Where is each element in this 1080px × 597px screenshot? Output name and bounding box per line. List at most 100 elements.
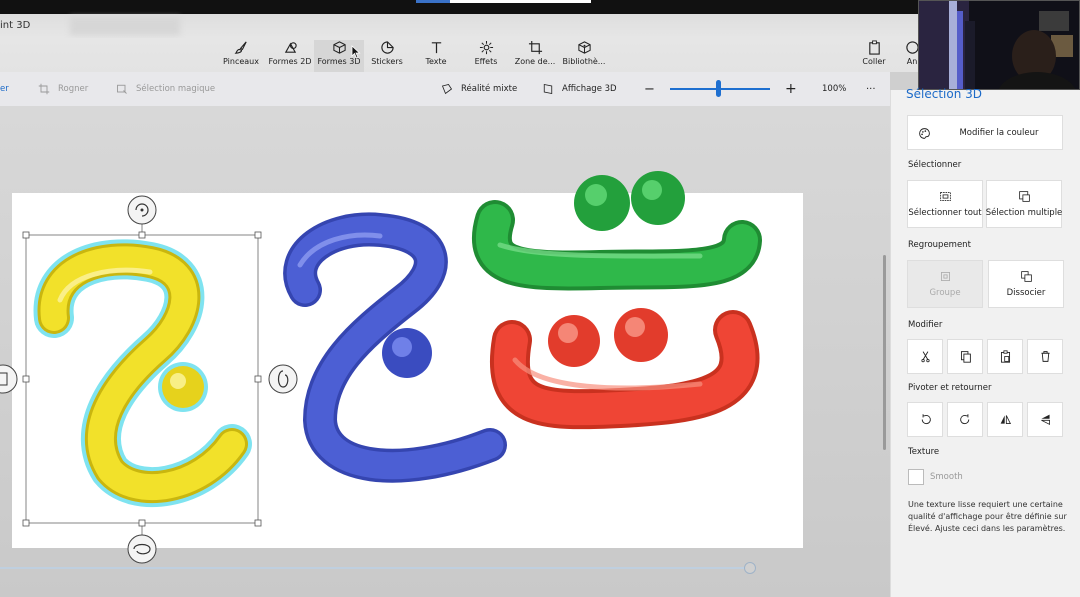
- text-icon: [431, 42, 441, 54]
- rotate-z-handle[interactable]: [127, 195, 157, 225]
- flip-horizontal-icon: [1000, 415, 1011, 424]
- smooth-label: Smooth: [930, 472, 963, 482]
- multi-select-icon: [1018, 191, 1030, 202]
- crop-label: Rogner: [58, 84, 89, 94]
- select-all-icon: [939, 192, 951, 201]
- mouse-cursor-icon: [351, 45, 361, 59]
- effects-icon: [479, 40, 493, 55]
- paste-button[interactable]: [987, 339, 1023, 374]
- tool-pinceaux[interactable]: Pinceaux: [222, 40, 260, 72]
- texture-note: Une texture lisse requiert une certaine …: [908, 500, 1067, 533]
- tool-label: Effets: [474, 57, 498, 66]
- select-all-button[interactable]: Sélectionner tout: [907, 180, 983, 228]
- sub-toolbar: er Rogner Sélection magique Réalité mixt…: [0, 72, 890, 106]
- view-3d-icon: [543, 83, 553, 95]
- webcam-overlay: [918, 0, 1080, 90]
- library-icon: [577, 41, 591, 54]
- tool-label: Zone de...: [514, 57, 556, 66]
- flip-horizontal-button[interactable]: [987, 402, 1023, 437]
- tool-label: Pinceaux: [223, 57, 259, 66]
- webcam-feed-image: [919, 1, 1079, 89]
- zoom-out-button[interactable]: −: [644, 72, 655, 106]
- scissors-icon: [920, 351, 930, 363]
- crop-icon: [38, 83, 50, 95]
- flip-vertical-button[interactable]: [1027, 402, 1063, 437]
- brush-icon: [234, 41, 247, 54]
- grouping-heading: Regroupement: [908, 240, 971, 250]
- mixed-reality-label: Réalité mixte: [461, 84, 518, 94]
- canvas-3d-objects: [0, 171, 762, 564]
- palette-icon: [919, 128, 930, 139]
- tool-label: Texte: [425, 57, 447, 66]
- edit-color-label: Modifier la couleur: [959, 127, 1039, 138]
- shapes-2d-icon: [284, 42, 297, 53]
- magic-select-label: Sélection magique: [136, 84, 216, 94]
- red-letter-tha[interactable]: [490, 308, 760, 430]
- rotate-y-handle[interactable]: [268, 364, 298, 394]
- rotate-right-icon: [959, 414, 969, 425]
- group-button[interactable]: Groupe: [907, 260, 983, 308]
- crop-button[interactable]: Rogner: [38, 72, 88, 106]
- tool-label: Coller: [862, 57, 886, 66]
- flip-vertical-icon: [1040, 414, 1050, 426]
- magic-select-icon: [117, 84, 127, 94]
- sticker-icon: [380, 41, 394, 54]
- rotate-left-icon: [921, 414, 931, 425]
- green-letter-tha[interactable]: [471, 171, 762, 291]
- group-icon: [940, 272, 950, 281]
- paste-icon: [868, 40, 880, 55]
- title-blur: [70, 17, 180, 35]
- cut-button[interactable]: [907, 339, 943, 374]
- rotate-left-button[interactable]: [907, 402, 943, 437]
- rotate-x-handle[interactable]: [127, 534, 157, 564]
- canvas-crop-icon: [528, 40, 542, 55]
- tool-label: Stickers: [371, 57, 403, 66]
- edit-heading: Modifier: [908, 320, 943, 330]
- more-options-button[interactable]: ···: [866, 72, 876, 106]
- rotate-right-button[interactable]: [947, 402, 983, 437]
- tool-label: Bibliothè...: [562, 57, 606, 66]
- group-label: Groupe: [929, 288, 961, 298]
- delete-button[interactable]: [1027, 339, 1063, 374]
- multi-select-label: Sélection multiple: [985, 208, 1063, 218]
- tool-effets[interactable]: Effets: [470, 40, 502, 72]
- multi-select-button[interactable]: Sélection multiple: [986, 180, 1062, 228]
- window-indicator-accent: [416, 0, 450, 3]
- push-depth-handle[interactable]: [0, 364, 18, 394]
- copy-button[interactable]: [947, 339, 983, 374]
- zoom-in-button[interactable]: +: [785, 72, 797, 106]
- paste-icon: [1000, 350, 1010, 363]
- mixed-reality-icon: [441, 84, 453, 95]
- tool-label: Formes 2D: [268, 57, 312, 66]
- selection-tool-label[interactable]: er: [0, 72, 14, 106]
- tool-bibliotheque[interactable]: Bibliothè...: [562, 40, 606, 72]
- tool-stickers[interactable]: Stickers: [369, 40, 405, 72]
- app-title: int 3D: [0, 20, 31, 31]
- ungroup-button[interactable]: Dissocier: [988, 260, 1064, 308]
- edit-color-button[interactable]: Modifier la couleur: [907, 115, 1063, 150]
- ungroup-icon: [1020, 271, 1032, 282]
- selection-3d-panel: Sélection 3D Modifier la couleur Sélecti…: [890, 87, 1080, 597]
- rotate-flip-heading: Pivoter et retourner: [908, 383, 992, 393]
- zoom-level[interactable]: 100%: [822, 72, 846, 106]
- select-all-label: Sélectionner tout: [908, 208, 982, 218]
- panel-title: Sélection 3D: [906, 87, 982, 101]
- smooth-checkbox[interactable]: [908, 469, 924, 485]
- tool-coller[interactable]: Coller: [860, 40, 888, 72]
- yellow-letter-jeem[interactable]: [33, 239, 252, 508]
- ungroup-label: Dissocier: [1006, 288, 1046, 298]
- tool-zone-de-dessin[interactable]: Zone de...: [514, 40, 556, 72]
- blue-letter-jeem[interactable]: [283, 212, 507, 483]
- tool-label: An: [906, 57, 918, 66]
- magic-select-button[interactable]: Sélection magique: [116, 72, 215, 106]
- select-heading: Sélectionner: [908, 160, 962, 170]
- mixed-reality-button[interactable]: Réalité mixte: [441, 72, 517, 106]
- texture-heading: Texture: [908, 447, 940, 457]
- view-3d-label: Affichage 3D: [562, 84, 617, 94]
- tool-formes-2d[interactable]: Formes 2D: [268, 40, 312, 72]
- tool-texte[interactable]: Texte: [420, 40, 452, 72]
- zoom-slider-thumb[interactable]: [715, 80, 721, 97]
- cube-icon: [332, 41, 346, 54]
- view-3d-button[interactable]: Affichage 3D: [542, 72, 617, 106]
- trash-icon: [1040, 351, 1050, 362]
